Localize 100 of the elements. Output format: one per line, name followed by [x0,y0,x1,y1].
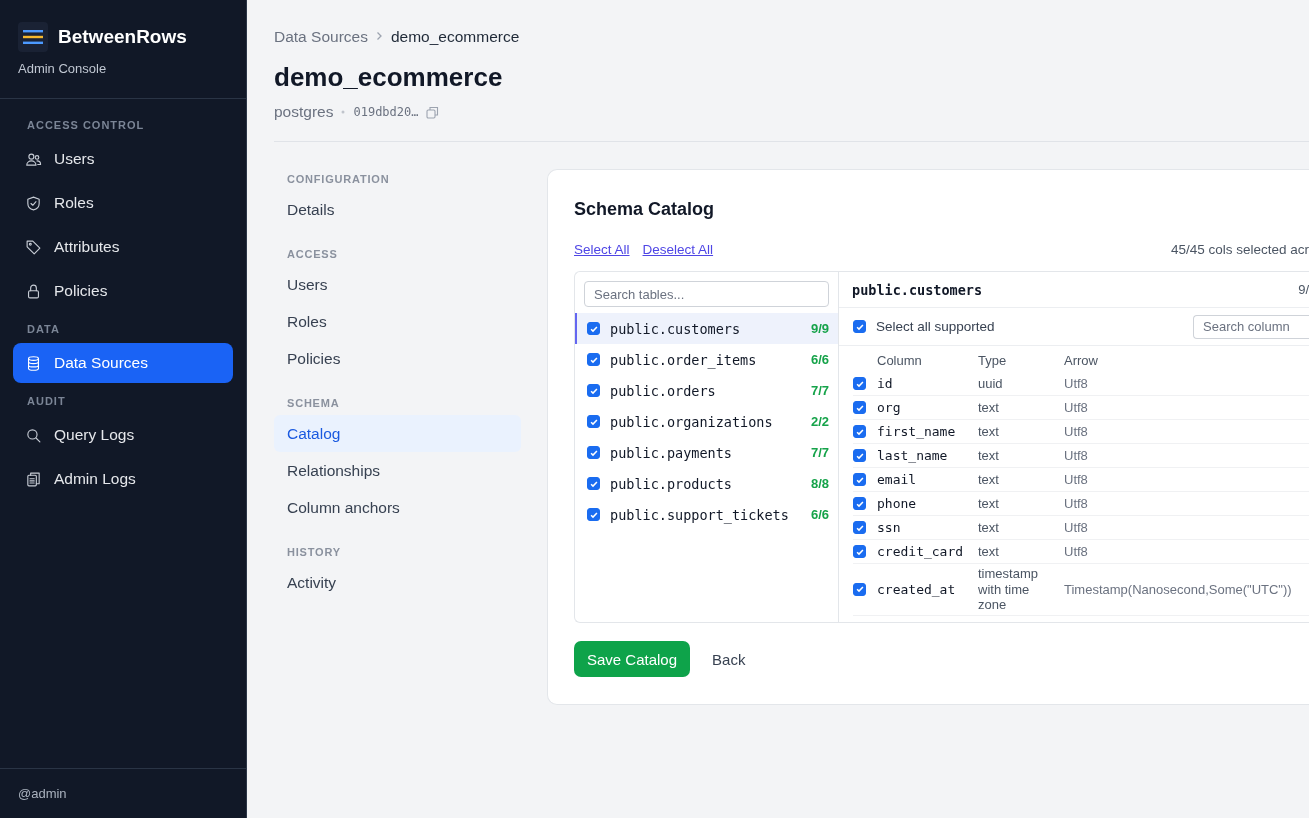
table-cell: phone [877,496,917,511]
checkbox[interactable] [853,473,866,486]
section-heading: HISTORY [286,545,342,560]
subnav-item[interactable]: Catalog [274,415,521,452]
clipboard-icon [25,470,42,488]
subnav-item[interactable]: Activity [274,564,521,601]
table-list-item[interactable]: public.organizations 2/2 [575,406,838,437]
search-field[interactable]: Search column [1193,314,1309,339]
section-heading: CONFIGURATION [286,172,391,187]
checkbox[interactable] [587,353,600,366]
user-name: @admin [0,768,246,818]
table-list-item[interactable]: public.support_tickets 6/6 [575,499,838,530]
table-name: public.payments [610,444,733,461]
checkbox[interactable] [853,401,866,414]
back-button[interactable]: Back [712,644,746,674]
search-icon [25,426,42,444]
link[interactable]: Select All [574,242,630,257]
table-cell: Utf8 [1064,544,1088,559]
subnav-item[interactable]: Roles [274,303,521,340]
nav-item[interactable]: Data Sources [13,343,233,383]
checkbox[interactable] [587,508,600,521]
column-count: 6/6 [810,507,829,522]
nav-item[interactable]: Query Logs [13,415,233,455]
checkbox[interactable] [587,477,600,490]
table-cell: ssn [877,520,901,535]
table-cell-text: text [978,398,999,417]
subnav-item[interactable]: Relationships [274,452,521,489]
column-count: 9/ [1298,282,1309,297]
tag-icon [25,238,42,256]
column-count: 7/7 [810,383,829,398]
subnav-item[interactable]: Policies [274,340,521,377]
table-list-item[interactable]: public.order_items 6/6 [575,344,838,375]
table-cell: Utf8 [1064,424,1088,439]
nav-item[interactable]: Roles [13,183,233,223]
nav-section-heading: DATA [26,322,61,337]
table-cell-text: text [978,542,999,561]
page-title: demo_ecommerce [274,62,504,93]
table-cell-text: timestamp with time zone [978,565,1039,615]
checkbox[interactable] [853,545,866,558]
table-list-item[interactable]: public.payments 7/7 [575,437,838,468]
table-cell: Utf8 [1064,472,1088,487]
column-count: 2/2 [810,414,829,429]
checkbox[interactable] [853,425,866,438]
subnav-item[interactable]: Users [274,266,521,303]
table-cell-text: text [978,446,999,465]
table-cell-text: text [978,518,999,537]
table-cell: created_at [877,581,956,597]
table-list-item[interactable]: public.products 8/8 [575,468,838,499]
subnav-item[interactable]: Column anchors [274,489,521,526]
table-name: public.order_items [610,351,758,368]
detail-title: public.customers [852,281,983,298]
nav-section-heading: AUDIT [26,394,67,409]
table-name: public.orders [610,382,717,399]
table-name: public.support_tickets [610,506,790,523]
brand-subtitle: Admin Console [18,61,108,76]
checkbox[interactable] [853,497,866,510]
table-list-item[interactable]: public.orders 7/7 [575,375,838,406]
lock-icon [25,282,42,300]
checkbox[interactable] [853,521,866,534]
table-cell: Utf8 [1064,448,1088,463]
engine-label: postgres [274,103,334,121]
column-header: Arrow [1064,352,1099,370]
table-cell-text: uuid [978,374,1003,393]
table-cell: Utf8 [1064,400,1088,415]
checkbox[interactable] [587,322,600,335]
search-field[interactable]: Search tables... [584,281,829,307]
nav-item[interactable]: Policies [13,271,233,311]
column-header: Column [877,352,923,370]
table-list-item[interactable]: public.customers 9/9 [575,313,838,344]
table-cell-text: text [978,422,999,441]
column-count: 6/6 [810,352,829,367]
section-heading: ACCESS [286,247,339,262]
table-cell: Utf8 [1064,520,1088,535]
checkbox[interactable] [853,320,866,333]
logo-icon [18,22,48,52]
source-id: 019dbd20… [353,105,419,119]
checkbox[interactable] [587,415,600,428]
breadcrumb-link[interactable]: Data Sources [274,28,368,46]
nav-item[interactable]: Attributes [13,227,233,267]
checkbox[interactable] [587,384,600,397]
nav-section-heading: ACCESS CONTROL [26,118,146,133]
checkbox[interactable] [853,449,866,462]
table-cell: id [877,376,893,391]
link[interactable]: Deselect All [642,242,714,257]
nav-item[interactable]: Admin Logs [13,459,233,499]
table-name: public.organizations [610,413,774,430]
card-title: Schema Catalog [574,199,716,220]
table-cell: Utf8 [1064,376,1088,391]
checkbox[interactable] [853,377,866,390]
column-count: 7/7 [810,445,829,460]
nav-item[interactable]: Users [13,139,233,179]
checkbox[interactable] [587,446,600,459]
table-cell: org [877,400,901,415]
checkbox[interactable] [853,582,866,596]
table-cell: last_name [877,448,948,463]
subnav-item[interactable]: Details [274,191,521,228]
table-cell: Timestamp(Nanosecond,Some("UTC")) [1064,581,1292,597]
section-heading: SCHEMA [286,396,341,411]
table-cell-text: text [978,494,999,513]
table-cell: first_name [877,424,956,439]
